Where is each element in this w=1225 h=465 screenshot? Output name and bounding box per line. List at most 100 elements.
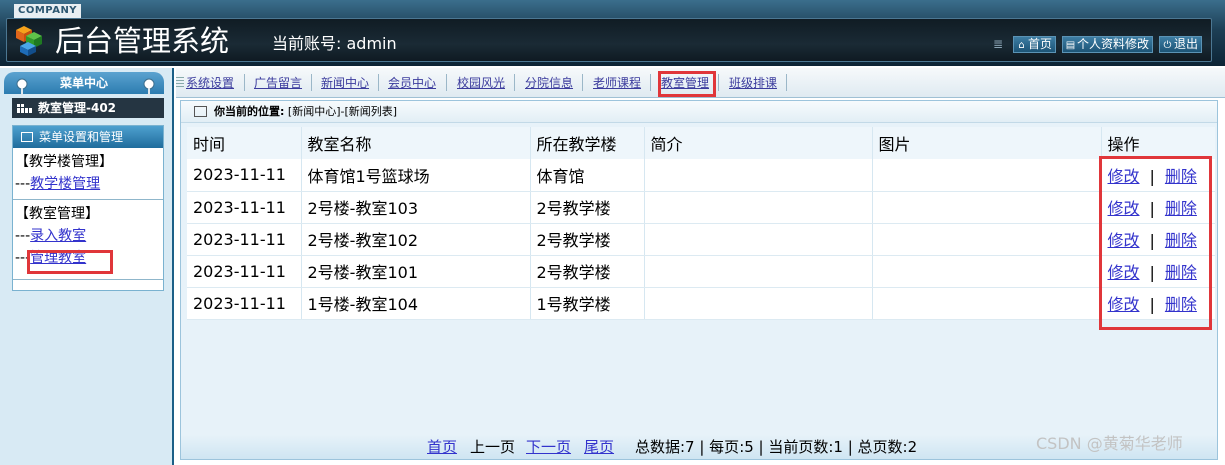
top-nav: 系统设置 广告留言 新闻中心 会员中心 校园风光 分院信息 老师课程 教室管理 …	[176, 68, 1225, 98]
home-icon: ⌂	[1018, 40, 1025, 51]
pager-prev-text: 上一页	[470, 438, 516, 456]
nav-separator	[718, 74, 719, 91]
col-header-building: 所在教学楼	[530, 127, 645, 159]
cell-classroom-name: 2号楼-教室101	[301, 255, 531, 288]
cell-image	[872, 159, 1102, 192]
home-button[interactable]: ⌂ 首页	[1013, 36, 1057, 53]
grid-icon	[17, 104, 32, 113]
cell-building: 1号教学楼	[530, 287, 645, 320]
cell-building: 2号教学楼	[530, 223, 645, 256]
pager-next-link[interactable]: 下一页	[526, 437, 571, 457]
menu-item-building-manage: ---教学楼管理	[13, 173, 163, 195]
menu-item-add-classroom: ---录入教室	[13, 225, 163, 247]
cell-building: 体育馆	[530, 159, 645, 192]
link-building-manage[interactable]: 教学楼管理	[30, 176, 100, 192]
divider	[13, 279, 163, 280]
book-icon	[194, 106, 207, 117]
sidebar: 菜单中心 教室管理-402 菜单设置和管理 【教学楼管理】 ---教学楼管理 【…	[0, 68, 174, 465]
pin-icon	[143, 78, 155, 97]
link-add-classroom[interactable]: 录入教室	[30, 228, 86, 244]
menu-center-title: 菜单中心	[4, 72, 164, 94]
tab-teacher-courses[interactable]: 老师课程	[593, 75, 641, 91]
app-window: COMPANY 后台管理系统 当前账号: admin ≣ ⌂ 首页 ▤ 个人资料修改…	[0, 0, 1225, 465]
cell-intro	[644, 223, 873, 256]
nav-separator	[650, 74, 651, 91]
nav-separator	[786, 74, 787, 91]
tab-class-schedule[interactable]: 班级排课	[729, 75, 777, 91]
divider	[13, 199, 163, 200]
cell-time: 2023-11-11	[187, 159, 302, 192]
tab-ads-messages[interactable]: 广告留言	[254, 75, 302, 91]
main-content: 你当前的位置: [新闻中心]-[新闻列表] 时间 教室名称 所在教学楼 简介 图…	[180, 100, 1218, 460]
col-header-image: 图片	[872, 127, 1102, 159]
classroom-table: 时间 教室名称 所在教学楼 简介 图片 操作 2023-11-11 体育馆1号篮…	[187, 127, 1215, 320]
cell-time: 2023-11-11	[187, 223, 302, 256]
grip-icon: ≣	[993, 37, 1004, 51]
menu-item-prefix: ---	[15, 228, 31, 244]
breadcrumb: 你当前的位置: [新闻中心]-[新闻列表]	[181, 101, 1217, 123]
table-row: 2023-11-11 体育馆1号篮球场 体育馆 修改 | 删除	[187, 159, 1215, 192]
cell-intro	[644, 255, 873, 288]
table-header-row: 时间 教室名称 所在教学楼 简介 图片 操作	[187, 127, 1215, 159]
home-button-label: 首页	[1028, 37, 1053, 51]
app-title: 后台管理系统	[55, 24, 230, 58]
cell-intro	[644, 191, 873, 224]
cell-classroom-name: 1号楼-教室104	[301, 287, 531, 320]
table-row: 2023-11-11 2号楼-教室101 2号教学楼 修改 | 删除	[187, 255, 1215, 288]
tab-system-settings[interactable]: 系统设置	[186, 75, 234, 91]
nav-separator	[378, 74, 379, 91]
col-header-intro: 简介	[644, 127, 873, 159]
cell-time: 2023-11-11	[187, 191, 302, 224]
header: COMPANY 后台管理系统 当前账号: admin ≣ ⌂ 首页 ▤ 个人资料修改…	[0, 0, 1225, 66]
cell-time: 2023-11-11	[187, 255, 302, 288]
current-module-title: 教室管理-402	[12, 98, 164, 118]
tab-campus-scenery[interactable]: 校园风光	[457, 75, 505, 91]
cell-classroom-name: 2号楼-教室103	[301, 191, 531, 224]
cell-intro	[644, 287, 873, 320]
nav-separator	[446, 74, 447, 91]
pin-icon	[16, 78, 28, 97]
cell-image	[872, 255, 1102, 288]
nav-separator	[244, 74, 245, 91]
tab-news-center[interactable]: 新闻中心	[321, 75, 369, 91]
menu-item-prefix: ---	[15, 176, 31, 192]
tab-member-center[interactable]: 会员中心	[388, 75, 436, 91]
cell-building: 2号教学楼	[530, 191, 645, 224]
current-module-label: 教室管理-402	[38, 101, 117, 115]
cell-time: 2023-11-11	[187, 287, 302, 320]
cell-classroom-name: 2号楼-教室102	[301, 223, 531, 256]
table-row: 2023-11-11 1号楼-教室104 1号教学楼 修改 | 删除	[187, 287, 1215, 320]
nav-separator	[514, 74, 515, 91]
account-label: 当前账号:	[272, 34, 342, 53]
highlight-box-manage-classroom	[27, 250, 113, 274]
nav-separator	[582, 74, 583, 91]
cell-intro	[644, 159, 873, 192]
watermark: CSDN @黄菊华老师	[1036, 434, 1183, 453]
tab-branch-info[interactable]: 分院信息	[525, 75, 573, 91]
logout-button[interactable]: ⏻ 退出	[1159, 36, 1203, 53]
company-badge: COMPANY	[14, 4, 82, 18]
pager-last-link[interactable]: 尾页	[584, 437, 614, 457]
breadcrumb-label: 你当前的位置:	[214, 105, 285, 118]
profile-button-label: 个人资料修改	[1077, 37, 1150, 51]
pager-summary: 总数据:7 | 每页:5 | 当前页数:1 | 总页数:2	[635, 438, 918, 456]
nav-separator	[311, 74, 312, 91]
col-header-actions: 操作	[1101, 127, 1215, 159]
cubes-logo-icon	[16, 26, 42, 56]
list-icon: ▤	[1065, 40, 1076, 51]
table-row: 2023-11-11 2号楼-教室102 2号教学楼 修改 | 删除	[187, 223, 1215, 256]
group-classroom-title: 【教室管理】	[15, 206, 99, 222]
group-building-title: 【教学楼管理】	[15, 154, 113, 170]
pager-first-link[interactable]: 首页	[427, 437, 457, 457]
current-account: 当前账号: admin	[272, 34, 397, 54]
account-name: admin	[346, 34, 397, 53]
table-row: 2023-11-11 2号楼-教室103 2号教学楼 修改 | 删除	[187, 191, 1215, 224]
menu-panel-title: 菜单设置和管理	[39, 130, 124, 144]
profile-button[interactable]: ▤ 个人资料修改	[1062, 36, 1154, 53]
document-icon	[21, 132, 33, 142]
cell-image	[872, 287, 1102, 320]
grip-icon	[176, 77, 184, 87]
cell-building: 2号教学楼	[530, 255, 645, 288]
col-header-classroom-name: 教室名称	[301, 127, 531, 159]
cell-classroom-name: 体育馆1号篮球场	[301, 159, 531, 192]
